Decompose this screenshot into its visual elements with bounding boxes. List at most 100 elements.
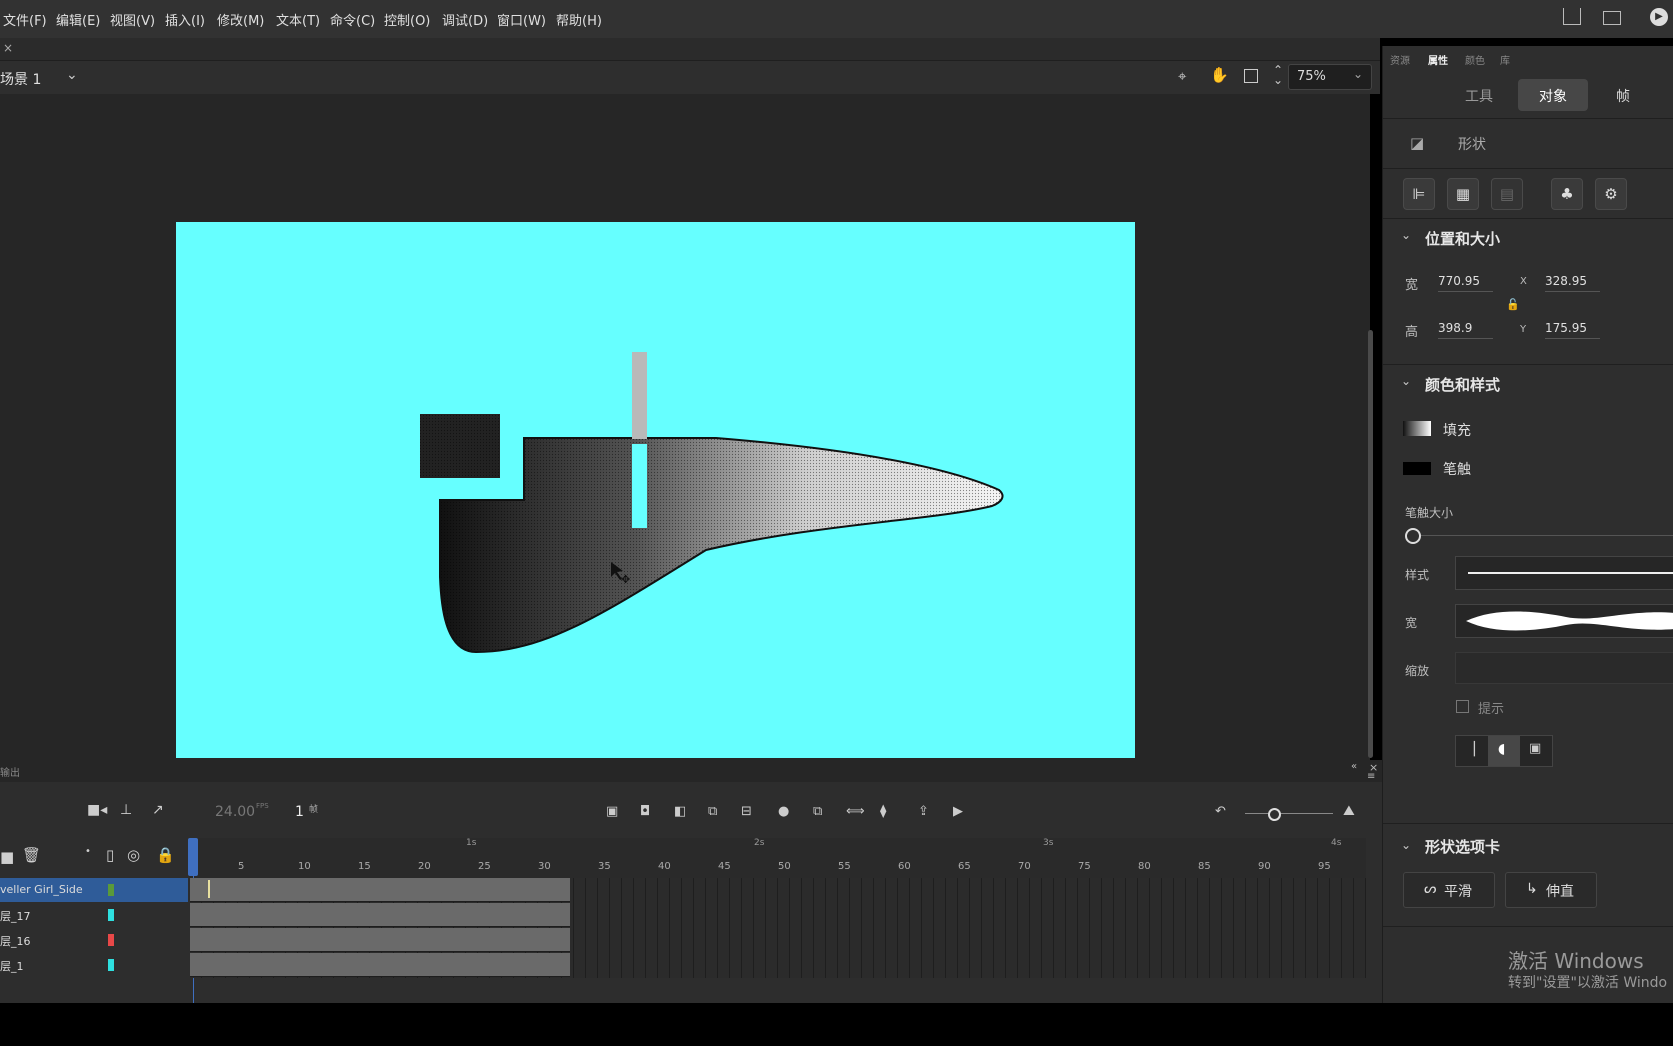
stroke-swatch[interactable] (1403, 462, 1431, 475)
height-field[interactable]: 398.9 (1438, 321, 1493, 339)
camera-icon[interactable]: ■◂ (87, 802, 107, 818)
mast-gap-shape[interactable] (632, 444, 647, 528)
menu-help[interactable]: 帮助(H) (556, 10, 602, 29)
layer-color-swatch[interactable] (108, 884, 114, 896)
hand-icon[interactable]: ✋ (1210, 66, 1229, 84)
menu-text[interactable]: 文本(T) (276, 10, 320, 29)
play-icon[interactable]: ▶ (1650, 8, 1668, 26)
layer-color-swatch[interactable] (108, 934, 114, 946)
timeline-ruler[interactable] (190, 838, 1366, 878)
undo-icon[interactable]: ↶ (1215, 804, 1226, 819)
x-field[interactable]: 328.95 (1545, 274, 1600, 292)
color-style-header[interactable]: 颜色和样式 (1425, 374, 1500, 395)
chevron-down-icon[interactable]: ⌄ (1401, 374, 1411, 388)
mountain-icon[interactable]: ⛰ (1343, 803, 1355, 819)
frame-span[interactable] (190, 953, 570, 977)
shape-drawing[interactable]: ✥ (176, 222, 1135, 758)
parenting-icon[interactable]: ⊥ (120, 802, 132, 818)
play-timeline-icon[interactable]: ▶ (953, 804, 963, 819)
layer-row[interactable]: 层_1 (0, 953, 188, 977)
scene-name[interactable]: 场景 1 (0, 69, 41, 89)
width-profile-dropdown[interactable] (1455, 604, 1673, 638)
frame-zoom-handle[interactable] (1268, 808, 1281, 821)
delete-layer-icon[interactable]: 🗑 (22, 846, 41, 864)
menu-modify[interactable]: 修改(M) (217, 10, 264, 29)
frame-span[interactable] (190, 903, 570, 927)
zoom-field[interactable]: 75% ⌄ (1288, 64, 1372, 90)
tab-object[interactable]: 对象 (1518, 79, 1588, 111)
layer-color-swatch[interactable] (108, 909, 114, 921)
export-icon[interactable]: ⇪ (918, 804, 929, 819)
graph-icon[interactable]: ↗ (152, 802, 164, 818)
menu-window[interactable]: 窗口(W) (497, 10, 546, 29)
center-stage-icon[interactable]: ⌖ (1178, 67, 1186, 85)
position-size-header[interactable]: 位置和大小 (1425, 228, 1500, 249)
group-icon[interactable]: ▤ (1491, 178, 1523, 210)
straighten-button[interactable]: ↳ 伸直 (1505, 872, 1597, 908)
insert-keyframe-icon[interactable]: ▣ (606, 804, 618, 819)
layer-row[interactable]: 层_17 (0, 903, 188, 927)
chevron-down-icon[interactable]: ⌄ (1401, 838, 1411, 852)
layer-color-swatch[interactable] (108, 959, 114, 971)
menu-view[interactable]: 视图(V) (110, 10, 155, 29)
menu-insert[interactable]: 插入(I) (165, 10, 205, 29)
stroke-size-track[interactable] (1421, 535, 1673, 536)
smooth-button[interactable]: ᔕ 平滑 (1403, 872, 1495, 908)
panel-menu-icon[interactable]: ≡ (1367, 771, 1375, 782)
tab-library[interactable]: 库 (1500, 52, 1510, 67)
shape-options-header[interactable]: 形状选项卡 (1425, 836, 1500, 857)
cap-square-icon[interactable]: ▣ (1529, 741, 1541, 756)
layer-row[interactable]: 层_16 (0, 928, 188, 952)
tab-assets[interactable]: 资源 (1390, 52, 1410, 67)
hide-eye-icon[interactable]: ◎ (127, 846, 140, 864)
break-apart-icon[interactable]: ▦ (1447, 178, 1479, 210)
output-tab[interactable]: 输出 (0, 764, 20, 779)
menu-command[interactable]: 命令(C) (330, 10, 375, 29)
close-tab-icon[interactable]: × (3, 41, 13, 55)
chevron-down-icon[interactable]: ⌄ (1401, 228, 1411, 242)
center-frame-icon[interactable]: ⧫ (880, 804, 886, 819)
share-icon[interactable] (1563, 8, 1581, 25)
playhead-handle[interactable] (188, 838, 198, 876)
mast-top-shape[interactable] (632, 352, 647, 439)
remove-frame-icon[interactable]: ⊟ (741, 804, 752, 819)
collapse-icon[interactable]: « (1351, 761, 1357, 772)
chevron-down-icon[interactable]: ⌄ (66, 67, 78, 83)
edit-multiple-icon[interactable]: ⧉ (813, 804, 822, 819)
stroke-style-dropdown[interactable] (1455, 556, 1673, 590)
frame-zoom-track[interactable] (1245, 813, 1333, 814)
onion-skin-icon[interactable]: ● (778, 804, 789, 819)
new-layer-icon[interactable]: ■ (0, 848, 14, 866)
convert-symbol-icon[interactable]: ♣ (1551, 178, 1583, 210)
zoom-stepper-icon[interactable]: ⌃ ⌄ (1273, 64, 1283, 86)
loop-icon[interactable]: ⟺ (846, 804, 865, 819)
hint-checkbox[interactable] (1456, 700, 1469, 713)
dot-icon[interactable]: • (85, 846, 91, 857)
blank-keyframe-icon[interactable]: ◘ (640, 804, 650, 819)
zoom-dropdown-icon[interactable]: ⌄ (1353, 67, 1363, 81)
menu-control[interactable]: 控制(O) (384, 10, 430, 29)
tab-color[interactable]: 颜色 (1465, 52, 1485, 67)
frame-span[interactable] (190, 878, 570, 902)
add-effect-icon[interactable]: ⚙ (1595, 178, 1627, 210)
y-field[interactable]: 175.95 (1545, 321, 1600, 339)
cap-none-icon[interactable]: ▕ (1465, 742, 1475, 757)
fps-value[interactable]: 24.00 (215, 804, 255, 820)
stroke-size-slider-handle[interactable] (1405, 528, 1421, 544)
align-icon[interactable]: ⊫ (1403, 178, 1435, 210)
frame-span[interactable] (190, 928, 570, 952)
current-frame[interactable]: 1 (295, 804, 304, 820)
menu-edit[interactable]: 编辑(E) (56, 10, 100, 29)
tab-frame[interactable]: 帧 (1616, 86, 1630, 106)
vertical-scrollbar[interactable] (1368, 330, 1373, 758)
insert-frame-icon[interactable]: ◧ (674, 804, 686, 819)
width-field[interactable]: 770.95 (1438, 274, 1493, 292)
fill-swatch[interactable] (1403, 421, 1431, 436)
tween-icon[interactable]: ⧉ (708, 804, 717, 819)
clip-stage-icon[interactable] (1244, 69, 1258, 83)
outline-icon[interactable]: ▯ (106, 846, 114, 864)
stage-canvas[interactable]: ✥ (176, 222, 1135, 758)
lock-layer-icon[interactable]: 🔒 (156, 846, 175, 864)
menu-debug[interactable]: 调试(D) (442, 10, 488, 29)
menu-file[interactable]: 文件(F) (3, 10, 47, 29)
